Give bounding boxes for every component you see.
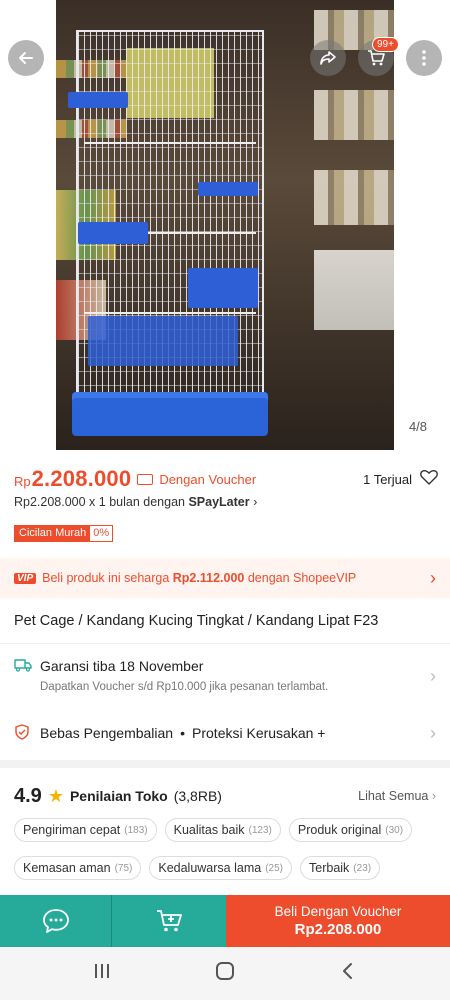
chevron-right-icon: › [430,722,436,743]
buy-with-voucher-button[interactable]: Beli Dengan Voucher Rp2.208.000 [226,895,450,947]
recent-apps-icon[interactable] [92,962,112,985]
price-amount: 2.208.000 [31,466,132,491]
rating-label: Penilaian Toko [69,788,168,804]
rating-score: 4.9 [14,784,42,807]
buy-label: Beli Dengan Voucher [274,904,402,919]
add-to-cart-button[interactable] [112,895,226,947]
image-counter: 4/8 [398,416,438,438]
divider [0,643,450,644]
shop-rating-header: 4.9 ★ Penilaian Toko (3,8RB) Lihat Semua… [14,782,436,810]
signal-icon [396,7,420,22]
voucher-icon [137,473,154,485]
protection-label: Proteksi Kerusakan + [192,725,326,741]
back-nav-icon[interactable] [338,961,358,986]
cage-illustration [68,30,264,430]
shelf-decoration [314,170,394,225]
see-all-link[interactable]: Lihat Semua › [358,789,436,803]
bottom-action-bar: Beli Dengan Voucher Rp2.208.000 [0,895,450,947]
shelf-decoration [314,250,394,330]
home-icon[interactable] [215,961,235,986]
installment-rate: 0% [93,527,110,539]
heart-icon[interactable] [420,469,438,490]
arrow-left-icon [19,52,33,64]
star-icon: ★ [47,785,64,806]
section-divider [0,760,450,768]
back-button[interactable] [8,40,44,76]
chevron-right-icon: › [249,495,258,509]
vip-text: Beli produk ini seharga Rp2.112.000 deng… [42,571,357,585]
truck-icon [14,658,32,677]
paylater-text: Rp2.208.000 x 1 bulan dengan [14,495,189,509]
chat-button[interactable] [0,895,112,947]
vip-icon: VIP [14,572,37,584]
price-row: Rp 2.208.000 Dengan Voucher 1 Terjual [14,466,438,492]
sold-count: 1 Terjual [363,471,412,487]
product-title: Pet Cage / Kandang Kucing Tingkat / Kand… [14,613,379,629]
rating-tag[interactable]: Kedaluwarsa lama (25) [149,856,292,880]
rating-tag[interactable]: Kemasan aman (75) [14,856,142,880]
installment-badge: Cicilan Murah 0% [14,525,114,542]
shipping-title: Garansi tiba 18 November [40,658,204,674]
price-currency: Rp [14,473,31,489]
vip-banner[interactable]: VIP Beli produk ini seharga Rp2.112.000 … [0,558,450,598]
chat-icon [42,909,69,933]
rating-tags: Pengiriman cepat (183) Kualitas baik (123)… [14,818,436,880]
rating-count: (3,8RB) [173,788,222,804]
rating-tag[interactable]: Produk original (30) [288,818,413,842]
voucher-label: Dengan Voucher [159,471,257,487]
rating-tag[interactable]: Kualitas baik (123) [164,818,281,842]
more-menu-button[interactable] [406,40,442,76]
shelf-decoration [314,90,394,140]
rating-tag[interactable]: Pengiriman cepat (183) [14,818,157,842]
paylater-info[interactable]: Rp2.208.000 x 1 bulan dengan SPayLater › [14,495,257,509]
chevron-right-icon: › [430,666,436,686]
returns-bullet: • [180,725,186,741]
chevron-right-icon: › [430,567,436,588]
status-time: 13.3 [26,6,52,22]
share-icon [320,51,336,65]
returns-protection[interactable]: Bebas Pengembalian • Proteksi Kerusakan … [14,718,436,748]
buy-price: Rp2.208.000 [294,921,382,938]
installment-label: Cicilan Murah [15,526,91,541]
rating-tag[interactable]: Terbaik (23) [300,856,381,880]
shipping-subtitle: Dapatkan Voucher s/d Rp10.000 jika pesan… [40,681,329,693]
product-image[interactable]: 13.3 99+ 4/8 [0,0,450,450]
paylater-brand: SPayLater [188,495,250,509]
cage-base [72,392,268,436]
vip-price: Rp2.112.000 [172,571,245,585]
add-cart-icon [157,910,182,932]
shield-icon [14,723,30,743]
returns-label: Bebas Pengembalian [40,725,174,741]
chevron-right-icon: › [428,789,436,803]
more-vertical-icon [422,50,426,66]
system-nav-bar [0,947,450,1000]
status-bar: 13.3 [26,4,420,24]
cart-badge: 99+ [372,37,399,52]
shipping-guarantee[interactable]: Garansi tiba 18 November Dapatkan Vouche… [14,654,436,704]
share-button[interactable] [310,40,346,76]
